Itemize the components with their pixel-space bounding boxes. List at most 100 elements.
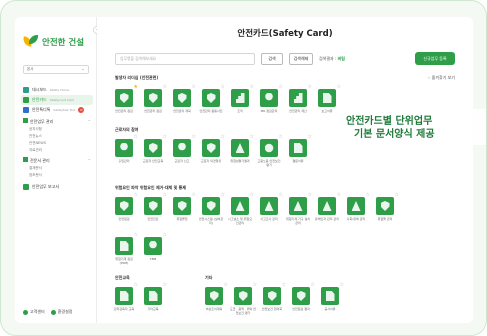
favorite-star-icon[interactable]: ☆ [134,193,138,198]
favorite-star-icon[interactable]: ☆ [163,283,167,288]
nav-group-title[interactable]: 전문서 관리 ⌃ [21,156,93,165]
nav-group-title[interactable]: 안전업무 관리 ⌃ [21,117,93,126]
favorite-star-icon[interactable]: ☆ [192,85,196,90]
favorite-star-icon[interactable]: ☆ [337,85,341,90]
favorite-star-icon[interactable]: ☆ [163,85,167,90]
favorite-star-icon[interactable]: ☆ [279,135,283,140]
favorite-star-icon[interactable]: ☆ [395,193,399,198]
sidebar-item-dashboard[interactable]: 대시보드 Safety Home [21,85,93,95]
settings-link[interactable]: 환경설정 [50,309,72,315]
favorite-star-icon[interactable]: ☆ [221,193,225,198]
logo[interactable]: 안전한 건설 [22,35,84,48]
favorite-star-icon[interactable]: ☆ [253,283,257,288]
customer-center-link[interactable]: 고객센터 [23,309,45,315]
favorite-star-icon[interactable]: ☆ [279,193,283,198]
safety-card[interactable]: ☆ 안전관리 계산 [289,85,312,114]
safety-card[interactable]: ☆ 위험기계·기구 설치 관리 [286,193,312,225]
favorite-star-icon[interactable]: ☆ [340,283,344,288]
safety-card[interactable]: ☆ 위험물 관리 [376,193,399,225]
safety-card[interactable]: ☆ 안전관리 활동사진 [199,85,225,114]
safety-card[interactable]: ☆ 고용노동 안전보건 평가 [257,135,283,167]
sidebar-item-report[interactable]: 안전업무 보고서 [21,182,93,192]
favorites-link[interactable]: ☆즐겨찾기 보기 [427,75,455,81]
safety-card[interactable]: ☆ 안전점검 결과 [292,283,315,315]
safety-card[interactable]: ☆ 사고조사 관리 [260,193,283,225]
favorite-star-icon[interactable]: ☆ [250,135,254,140]
safety-card[interactable]: ☆ 사회/유해 관리 [347,193,370,225]
register-button[interactable]: 신규업무 등록 [415,52,455,65]
favorite-star-icon[interactable]: ☆ [250,85,254,90]
favorite-star-icon[interactable]: ☆ [282,283,286,288]
card-label: 유해인자 관리 관리 [315,217,339,221]
card-icon-box: ☆ [173,135,196,157]
nav-sub-item[interactable]: 참조문서 [21,172,93,179]
safety-card[interactable]: ☆ MR 점검관리 [260,85,283,114]
favorite-star-icon[interactable]: ☆ [224,283,228,288]
safety-card[interactable]: ☆ 공사서류 [321,283,344,315]
safety-card[interactable]: ★ 안전관리 점검 [115,85,138,114]
favorite-star-icon[interactable]: ☆ [308,135,312,140]
sidebar-item-safety-card[interactable]: 안전카드 Safetycard Card [21,95,93,105]
favorite-star-icon[interactable]: ☆ [311,283,315,288]
safety-card[interactable]: ☆ 근로자 안전교육 [143,135,167,167]
favorite-star-icon[interactable]: ☆ [221,135,225,140]
safety-card[interactable]: ☆ 안전점검 [115,193,138,225]
card-icon-box: ☆ [347,193,370,215]
favorite-star-icon[interactable]: ☆ [337,193,341,198]
safety-card[interactable]: ☆ 보고서류 [318,85,341,114]
sidebar-nav: 대시보드 Safety Home 안전카드 Safetycard Card 안전… [21,85,93,192]
favorite-star-icon[interactable]: ☆ [221,85,225,90]
tri-icon [235,201,245,211]
safety-card[interactable]: ☆ 안전관리 계획 [173,85,196,114]
favorite-star-icon[interactable]: ☆ [250,193,254,198]
safety-card[interactable]: ☆ TBM [144,233,167,265]
card-icon-box: ☆ [289,85,312,107]
search-input[interactable]: 업무명을 검색해보세요 [115,53,255,65]
favorite-star-icon[interactable]: ☆ [366,193,370,198]
nav-sub-item[interactable]: 안전뉴스 [21,133,93,140]
favorite-star-icon[interactable]: ☆ [308,193,312,198]
nav-sub-item[interactable]: 안전NEWS [21,140,93,147]
reset-button[interactable]: 검색해제 [289,53,313,65]
safety-card[interactable]: ☆ 위험성평가결과 [230,135,254,167]
nav-sub-item[interactable]: 자료관리 [21,147,93,154]
favorite-star-icon[interactable]: ☆ [163,135,167,140]
card-icon-box: ☆ [318,193,341,215]
nav-sub-item[interactable]: 결재문서 [21,165,93,172]
favorite-star-icon[interactable]: ☆ [279,85,283,90]
search-button[interactable]: 검색 [261,53,283,65]
safety-card[interactable]: ☆ 결문서류 [289,135,312,167]
card-icon-box: ☆ [144,233,167,255]
safety-card[interactable]: ☆ 비상조치계획 [205,283,228,315]
safety-card[interactable]: ☆ 근로자 신고 [173,135,196,167]
nav-sub-item[interactable]: 공지사항 [21,126,93,133]
safety-card[interactable]: ☆ 안전진단 [144,193,167,225]
favorite-star-icon[interactable]: ☆ [163,233,167,238]
favorite-star-icon[interactable]: ☆ [308,85,312,90]
safety-card[interactable]: ☆ 시그널소 및 위험요인관리 [228,193,254,225]
safety-card[interactable]: ☆ 출입관리 [115,135,138,167]
favorite-star-icon[interactable]: ☆ [134,135,138,140]
favorite-star-icon[interactable]: ☆ [134,283,138,288]
favorite-star-icon[interactable]: ☆ [192,135,196,140]
safety-card[interactable]: ☆ 안전관리 점검 [144,85,167,114]
sidebar-item-label: 안전카드 [32,97,47,102]
safety-card[interactable]: ☆ 안전시스템 (설비관리) [199,193,225,225]
favorite-star-icon[interactable]: ☆ [134,233,138,238]
shield-icon [148,93,158,103]
safety-card[interactable]: ☆ 유해인자 관리 관리 [315,193,341,225]
favorite-star-icon[interactable]: ☆ [163,193,167,198]
favorite-star-icon[interactable]: ☆ [192,193,196,198]
safety-card[interactable]: ☆ 조직 [231,85,254,114]
card-icon-box: ★ [115,85,138,107]
sidebar-item-safety-talk[interactable]: 안전톡디톡 Safetytalk Tool N [21,105,93,115]
safety-card[interactable]: ☆ 관리감독자 교육 [114,283,138,312]
safety-card[interactable]: ☆ 안전보건 협의회 [262,283,286,315]
safety-card[interactable]: ☆ 기타교육 [144,283,167,312]
safety-card[interactable]: ☆ 위험물질 [173,193,196,225]
safety-card[interactable]: ☆ 근로자 의견청취 [201,135,225,167]
safety-card[interactable]: ☆ 위험기계 점검(PSM) [115,233,138,265]
safety-card[interactable]: ☆ 도급 · 용역 · 위탁 안전보건 평가 [230,283,257,315]
favorite-star-icon[interactable]: ★ [134,85,138,90]
site-select[interactable]: 본사 ⌄ [23,65,89,74]
